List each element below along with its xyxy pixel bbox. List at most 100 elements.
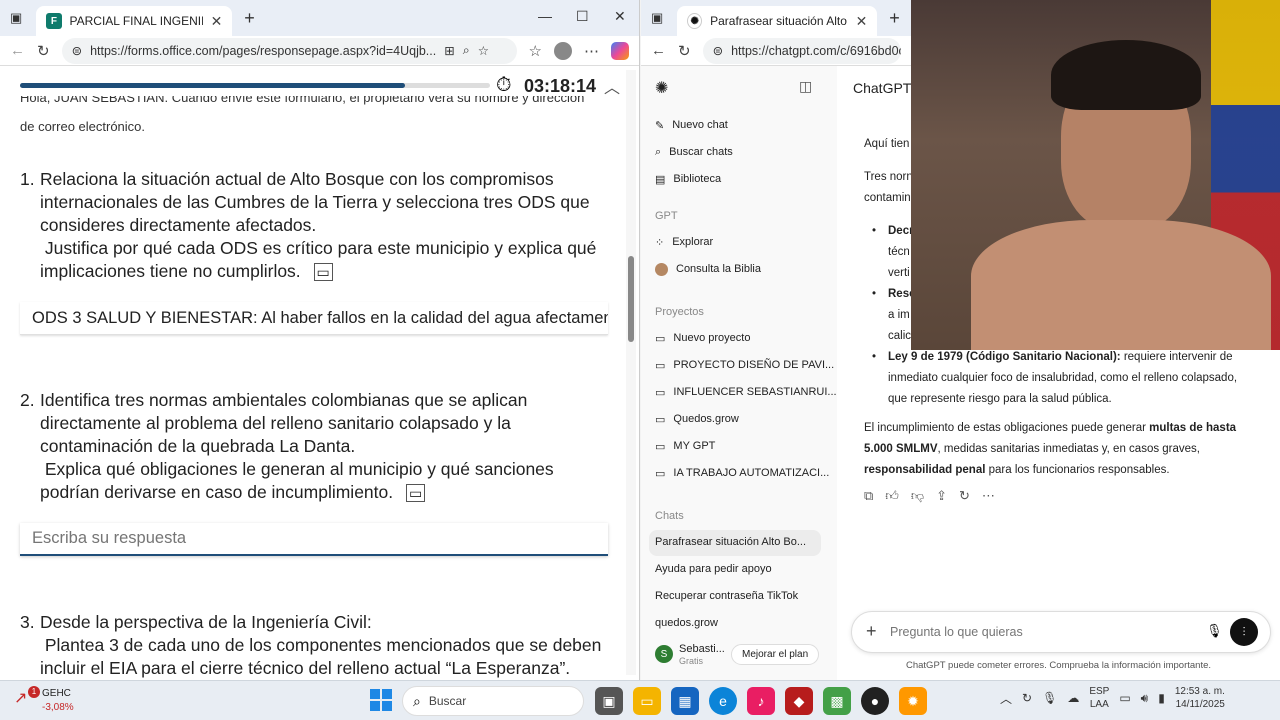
site-info-icon[interactable]: ⊜ xyxy=(713,43,723,58)
cloud-icon[interactable]: ☁ xyxy=(1067,691,1079,705)
minimize-icon[interactable]: — xyxy=(538,8,552,24)
chat-title[interactable]: ChatGPT xyxy=(853,80,911,96)
language-indicator[interactable]: ESP LAA xyxy=(1089,685,1109,711)
thumbs-up-icon[interactable]: 👍︎ xyxy=(885,488,899,504)
chatgpt-browser-window: ▣ ✺ Parafrasear situación Alto Bosque ✕ … xyxy=(641,0,1280,680)
sidebar-item-label: PROYECTO DISEÑO DE PAVI... xyxy=(673,359,835,371)
immersive-reader-icon[interactable]: ▭ xyxy=(406,484,426,502)
back-icon[interactable]: ← xyxy=(651,42,666,59)
thumbs-down-icon[interactable]: 👎︎ xyxy=(911,488,924,504)
network-icon[interactable]: ▭ xyxy=(1119,691,1130,705)
more-icon[interactable]: ⋯ xyxy=(982,488,995,504)
close-window-icon[interactable]: ✕ xyxy=(614,8,626,25)
tab-actions-icon[interactable]: ▣ xyxy=(651,10,663,26)
openai-logo-icon[interactable]: ✺ xyxy=(655,78,668,98)
clock[interactable]: 12:53 a. m. 14/11/2025 xyxy=(1175,685,1225,711)
regenerate-icon[interactable]: ↻ xyxy=(959,488,970,504)
chat-item[interactable]: Ayuda para pedir apoyo xyxy=(655,563,772,575)
site-info-icon[interactable]: ⊜ xyxy=(72,43,82,58)
tab-forms[interactable]: F PARCIAL FINAL INGENIERIA AMBI ✕ xyxy=(36,6,233,36)
close-tab-icon[interactable]: ✕ xyxy=(856,13,868,30)
url-text: https://chatgpt.com/c/6916bd0c- xyxy=(731,43,901,58)
tab-actions-icon[interactable]: ▣ xyxy=(10,10,22,26)
reload-icon[interactable]: ↻ xyxy=(678,42,691,60)
user-avatar[interactable]: S xyxy=(655,645,673,663)
app-icon[interactable]: ⊞ xyxy=(444,43,454,58)
new-tab-icon[interactable]: + xyxy=(889,8,900,29)
time: 12:53 a. m. xyxy=(1174,686,1225,697)
url-bar[interactable]: ⊜ https://forms.office.com/pages/respons… xyxy=(61,37,517,64)
favorites-icon[interactable]: ☆ xyxy=(529,42,542,60)
profile-avatar[interactable] xyxy=(554,41,572,60)
app-icon[interactable]: ◆ xyxy=(785,687,813,715)
person-hair xyxy=(1051,40,1201,110)
sidebar-project[interactable]: ▭ INFLUENCER SEBASTIANRUI... xyxy=(655,386,837,399)
sidebar-project[interactable]: ▭ PROYECTO DISEÑO DE PAVI... xyxy=(655,359,834,372)
close-tab-icon[interactable]: ✕ xyxy=(211,13,223,30)
intro-text: Hola, JUAN SEBASTIAN. Cuando envíe este … xyxy=(20,96,610,138)
sidebar-item-biblioteca[interactable]: ▤ Biblioteca xyxy=(655,173,721,186)
stock-badge: 1 xyxy=(28,686,40,698)
immersive-reader-icon[interactable]: ▭ xyxy=(313,263,333,281)
form-content: ⏱ 03:18:14 ︿ Hola, JUAN SEBASTIAN. Cuand… xyxy=(0,66,626,680)
sidebar-project[interactable]: ▭ MY GPT xyxy=(655,440,715,453)
tab-chatgpt[interactable]: ✺ Parafrasear situación Alto Bosque ✕ xyxy=(677,6,878,36)
sidebar-item-biblia[interactable]: Consulta la Biblia xyxy=(655,263,761,276)
edge-icon[interactable]: e xyxy=(709,687,737,715)
sidebar-item-buscar[interactable]: ⌕ Buscar chats xyxy=(655,146,733,159)
sidebar-project[interactable]: ▭ Quedos.grow xyxy=(655,413,739,426)
chat-item[interactable]: Recuperar contraseña TikTok xyxy=(655,590,798,602)
collapse-icon[interactable]: ︿ xyxy=(604,74,620,98)
microphone-icon[interactable]: 🎙︎ xyxy=(1206,623,1223,639)
user-name[interactable]: Sebasti... xyxy=(679,643,725,655)
microphone-icon[interactable]: 🎙︎ xyxy=(1042,691,1057,705)
sidebar-project[interactable]: ▭ IA TRABAJO AUTOMATIZACI... xyxy=(655,467,829,480)
volume-icon[interactable]: 🔊︎ xyxy=(1141,691,1149,706)
sidebar-item-nuevo-chat[interactable]: ✎ Nuevo chat xyxy=(655,119,728,132)
share-icon[interactable]: ⇪ xyxy=(936,488,947,504)
favorite-icon[interactable]: ☆ xyxy=(478,43,489,58)
app-icon[interactable]: ● xyxy=(861,687,889,715)
more-icon[interactable]: ⋯ xyxy=(584,42,599,60)
new-tab-icon[interactable]: + xyxy=(244,8,255,29)
copy-icon[interactable]: ⧉ xyxy=(864,488,873,504)
url-bar[interactable]: ⊜ https://chatgpt.com/c/6916bd0c- xyxy=(702,37,901,64)
answer-1-input[interactable]: ODS 3 SALUD Y BIENESTAR: Al haber fallos… xyxy=(20,302,608,335)
sidebar-project[interactable]: ▭ Nuevo proyecto xyxy=(655,332,750,345)
timer-icon: ⏱ xyxy=(496,74,512,96)
chat-item-active[interactable]: Parafrasear situación Alto Bo... xyxy=(649,530,821,556)
chevron-up-icon[interactable]: ︿ xyxy=(1000,690,1012,707)
file-explorer-icon[interactable]: ▭ xyxy=(633,687,661,715)
chat-item[interactable]: quedos.grow xyxy=(655,617,718,629)
taskbar-search[interactable]: ⌕ Buscar xyxy=(402,686,584,716)
address-bar-row: ← ↻ ⊜ https://forms.office.com/pages/res… xyxy=(0,36,639,66)
start-button[interactable] xyxy=(370,689,392,711)
add-icon[interactable]: + xyxy=(866,621,877,642)
store-icon[interactable]: ▦ xyxy=(671,687,699,715)
prompt-input[interactable] xyxy=(890,622,1190,642)
capcut-icon[interactable]: ♪ xyxy=(747,687,775,715)
app-icon[interactable]: ✹ xyxy=(899,687,927,715)
copilot-icon[interactable] xyxy=(611,41,629,60)
reload-icon[interactable]: ↻ xyxy=(37,42,50,60)
voice-mode-button[interactable]: ⫶ xyxy=(1230,618,1258,646)
sidebar-item-explorar[interactable]: ⁘ Explorar xyxy=(655,236,713,249)
stocks-widget[interactable]: ↗ 1 GEHC -3,08% xyxy=(12,686,92,716)
question-line: internacionales de las Cumbres de la Tie… xyxy=(40,192,590,212)
search-icon: ⌕ xyxy=(655,146,662,158)
scrollbar-thumb[interactable] xyxy=(628,256,634,342)
battery-icon[interactable]: ▮ xyxy=(1158,691,1165,705)
upgrade-button[interactable]: Mejorar el plan xyxy=(731,644,820,665)
webcam-overlay xyxy=(911,0,1280,350)
prompt-box[interactable]: + 🎙︎ ⫶ xyxy=(851,611,1271,653)
maximize-icon[interactable]: ☐ xyxy=(576,8,589,25)
sync-icon[interactable]: ↻ xyxy=(1022,691,1032,705)
toggle-sidebar-icon[interactable]: ◫ xyxy=(799,78,812,95)
zoom-icon[interactable]: ⌕ xyxy=(463,43,470,58)
back-icon[interactable]: ← xyxy=(10,42,25,59)
task-view-icon[interactable]: ▣ xyxy=(595,687,623,715)
scrollbar[interactable] xyxy=(626,70,636,675)
answer-2-input[interactable] xyxy=(20,523,608,556)
app-icon[interactable]: ▩ xyxy=(823,687,851,715)
question-line: contaminación de la quebrada La Danta. xyxy=(40,436,356,456)
